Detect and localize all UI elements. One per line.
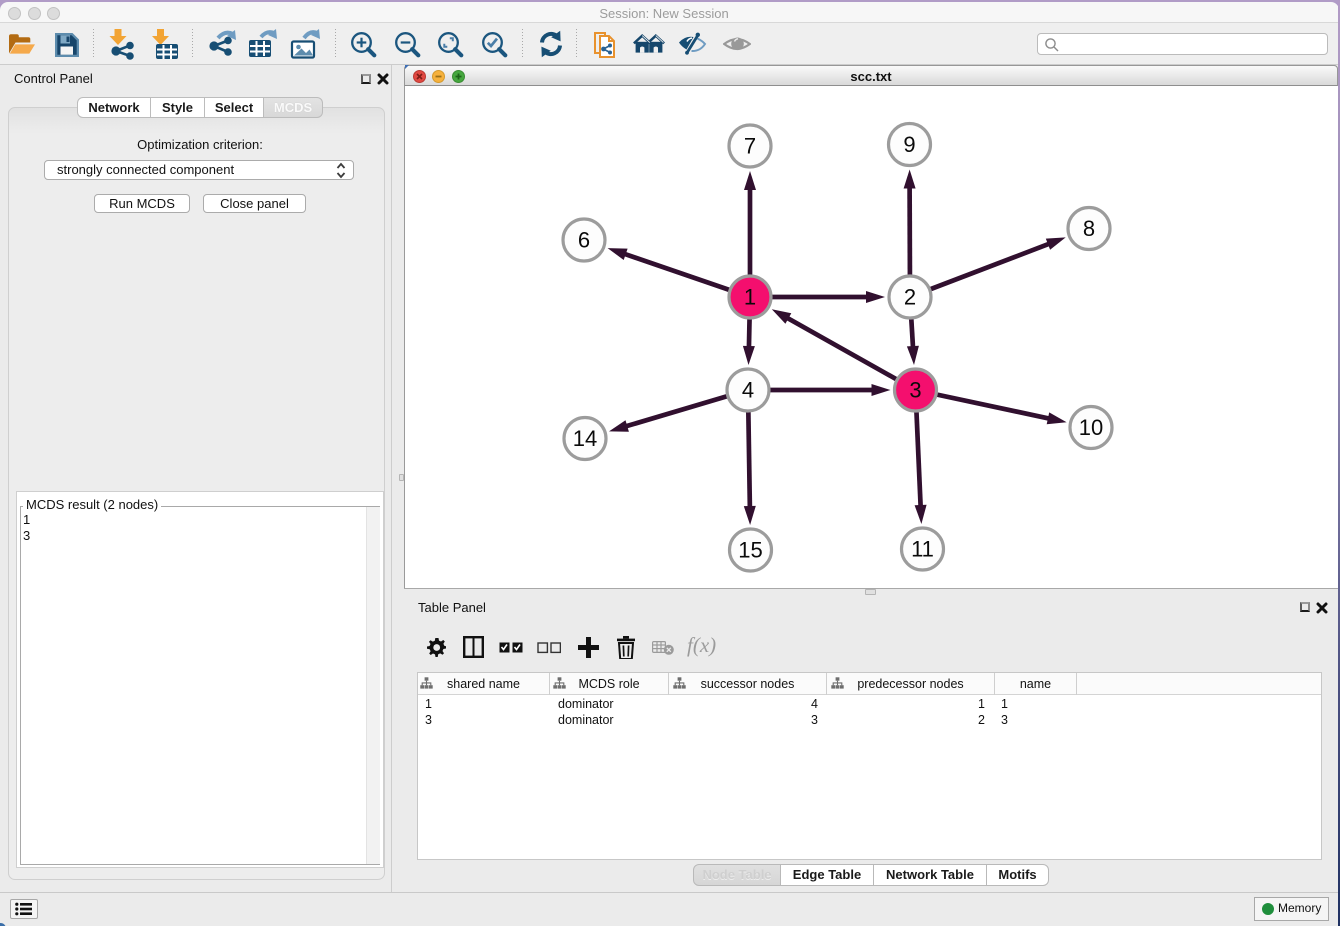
svg-text:7: 7 xyxy=(744,134,756,159)
svg-text:8: 8 xyxy=(1083,216,1095,241)
svg-text:6: 6 xyxy=(578,228,590,253)
svg-text:15: 15 xyxy=(738,538,762,563)
svg-text:2: 2 xyxy=(904,285,916,310)
svg-text:14: 14 xyxy=(573,426,597,451)
svg-text:3: 3 xyxy=(909,378,921,403)
svg-text:9: 9 xyxy=(903,132,915,157)
svg-text:10: 10 xyxy=(1079,415,1103,440)
svg-text:1: 1 xyxy=(744,285,756,310)
svg-text:4: 4 xyxy=(742,378,754,403)
svg-text:11: 11 xyxy=(911,537,934,562)
